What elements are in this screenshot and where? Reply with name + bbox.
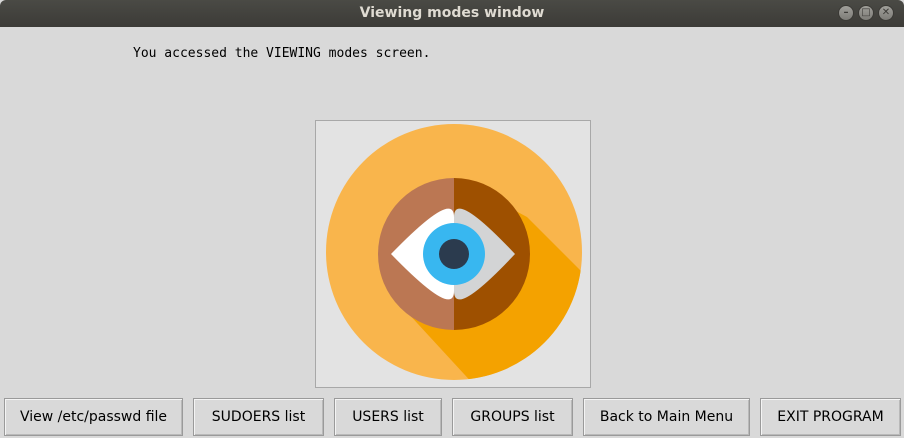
window-title: Viewing modes window	[359, 5, 545, 21]
view-passwd-button[interactable]: View /etc/passwd file	[4, 398, 183, 436]
maximize-icon: □	[861, 7, 871, 18]
close-icon: ✕	[881, 7, 891, 18]
status-message: You accessed the VIEWING modes screen.	[133, 46, 431, 61]
users-list-button[interactable]: USERS list	[334, 398, 442, 436]
eye-icon	[326, 124, 582, 380]
pupil	[439, 239, 469, 269]
exit-program-button[interactable]: EXIT PROGRAM	[760, 398, 901, 436]
viewing-modes-window: Viewing modes window – □ ✕ You accessed …	[0, 0, 904, 438]
minimize-button[interactable]: –	[838, 5, 854, 21]
title-bar[interactable]: Viewing modes window – □ ✕	[0, 0, 904, 27]
back-to-main-menu-button[interactable]: Back to Main Menu	[583, 398, 750, 436]
minimize-icon: –	[843, 7, 849, 18]
maximize-button[interactable]: □	[858, 5, 874, 21]
window-controls: – □ ✕	[838, 5, 894, 21]
sudoers-list-button[interactable]: SUDOERS list	[193, 398, 324, 436]
image-frame	[315, 120, 591, 388]
close-button[interactable]: ✕	[878, 5, 894, 21]
groups-list-button[interactable]: GROUPS list	[452, 398, 573, 436]
